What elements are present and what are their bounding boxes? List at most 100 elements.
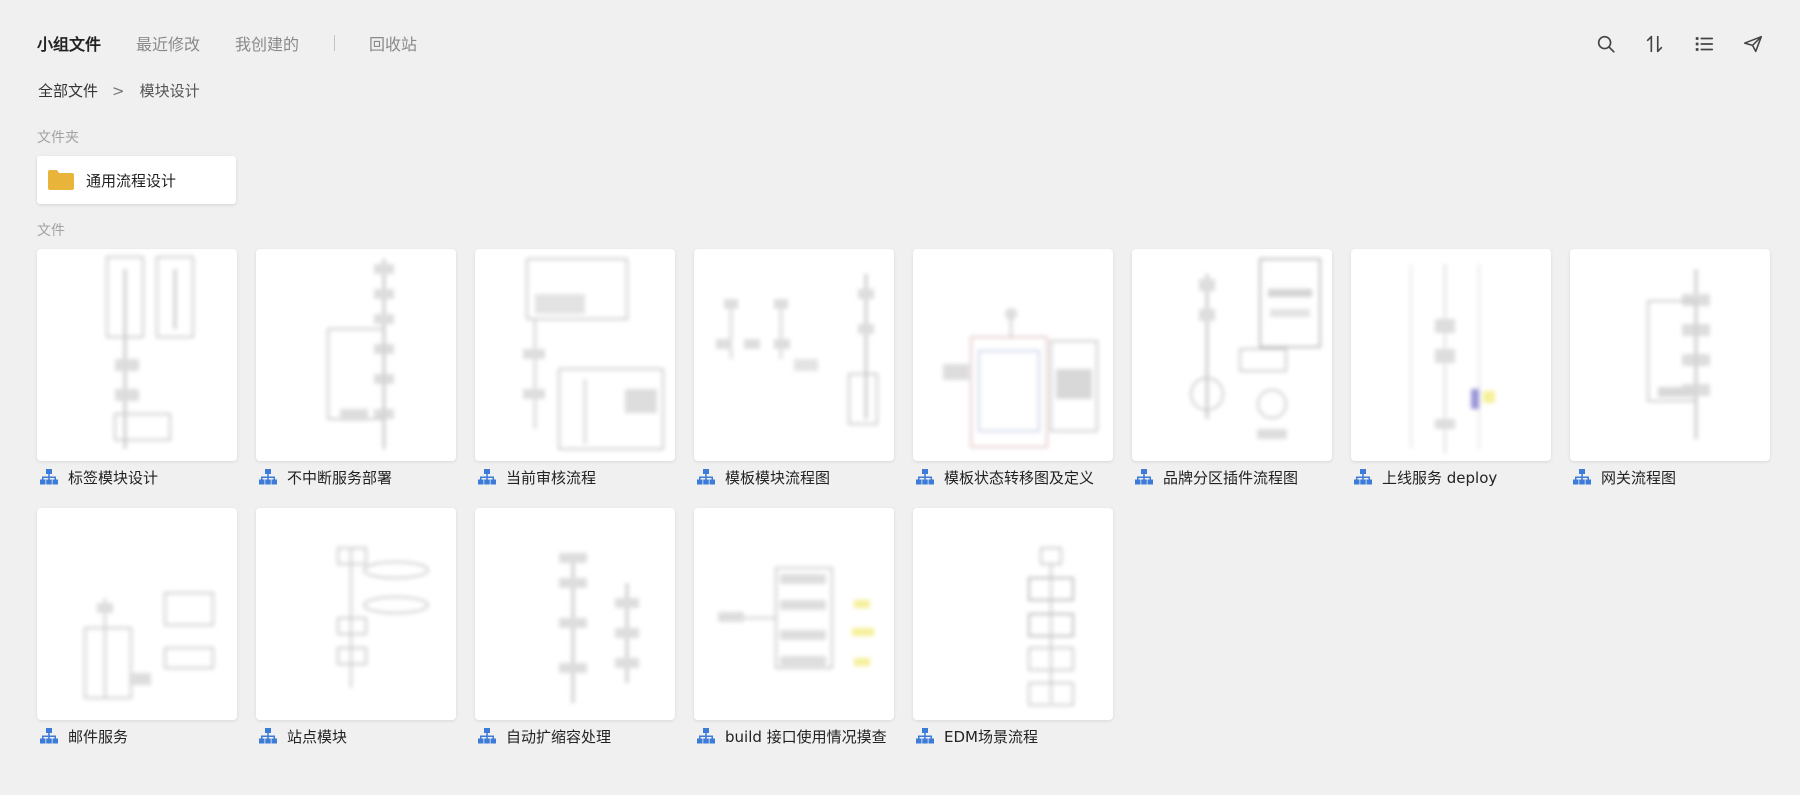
tab-trash[interactable]: 回收站: [369, 31, 417, 55]
search-icon: [1597, 35, 1615, 53]
file-meta: 站点模块: [256, 724, 456, 748]
flowchart-preview: [337, 547, 429, 688]
flowchart-preview: [1028, 547, 1074, 706]
flowchart-preview: [106, 256, 194, 449]
flowchart-preview: [559, 553, 639, 703]
folder-card[interactable]: 通用流程设计: [37, 156, 236, 204]
file-name: 模板状态转移图及定义: [944, 468, 1095, 487]
folders-section-label: 文件夹: [37, 130, 79, 146]
flowchart-icon: [259, 469, 277, 485]
tab-divider: [334, 35, 336, 51]
file-thumbnail[interactable]: [475, 508, 675, 720]
file-card[interactable]: build 接口使用情况摸查: [694, 508, 894, 748]
flowchart-preview: [1647, 269, 1710, 439]
file-thumbnail[interactable]: [913, 508, 1113, 720]
file-thumbnail[interactable]: [256, 508, 456, 720]
file-meta: 标签模块设计: [37, 465, 237, 489]
file-name: 自动扩缩容处理: [506, 727, 612, 746]
file-meta: 邮件服务: [37, 724, 237, 748]
file-name: 网关流程图: [1601, 468, 1677, 487]
file-card[interactable]: 上线服务 deploy: [1351, 249, 1551, 489]
folder-icon: [48, 170, 74, 190]
file-name: 标签模块设计: [68, 468, 159, 487]
file-card[interactable]: EDM场景流程: [913, 508, 1113, 748]
flowchart-icon: [259, 728, 277, 744]
file-thumbnail[interactable]: [694, 249, 894, 461]
file-card[interactable]: 网关流程图: [1570, 249, 1770, 489]
file-meta: 自动扩缩容处理: [475, 724, 675, 748]
breadcrumb-root[interactable]: 全部文件: [38, 80, 98, 101]
file-name: 品牌分区插件流程图: [1163, 468, 1299, 487]
file-name: EDM场景流程: [944, 727, 1038, 746]
flowchart-preview: [327, 259, 394, 449]
flowchart-preview: [943, 308, 1098, 448]
flowchart-preview: [1190, 258, 1321, 439]
file-card[interactable]: 模板状态转移图及定义: [913, 249, 1113, 489]
breadcrumb: 全部文件 > 模块设计: [38, 80, 200, 101]
file-meta: 模板模块流程图: [694, 465, 894, 489]
flowchart-preview: [84, 592, 214, 699]
send-button[interactable]: [1740, 31, 1766, 57]
file-meta: build 接口使用情况摸查: [694, 724, 894, 748]
flowchart-preview: [523, 258, 664, 450]
tab-created-by-me[interactable]: 我创建的: [235, 31, 299, 55]
flowchart-preview: [1410, 264, 1495, 454]
flowchart-icon: [916, 469, 934, 485]
file-name: 模板模块流程图: [725, 468, 831, 487]
flowchart-icon: [697, 469, 715, 485]
file-thumbnail[interactable]: [694, 508, 894, 720]
file-name: 站点模块: [287, 727, 348, 746]
flowchart-icon: [1354, 469, 1372, 485]
folder-name: 通用流程设计: [86, 171, 177, 190]
list-view-button[interactable]: [1691, 31, 1717, 57]
file-meta: 当前审核流程: [475, 465, 675, 489]
flowchart-preview: [718, 567, 874, 669]
top-nav: 小组文件 最近修改 我创建的 回收站: [37, 31, 452, 55]
file-thumbnail[interactable]: [37, 508, 237, 720]
file-thumbnail[interactable]: [37, 249, 237, 461]
file-name: 上线服务 deploy: [1382, 468, 1498, 487]
breadcrumb-separator: >: [112, 81, 125, 100]
file-card[interactable]: 不中断服务部署: [256, 249, 456, 489]
file-name: 邮件服务: [68, 727, 129, 746]
file-meta: 上线服务 deploy: [1351, 465, 1551, 489]
flowchart-icon: [1573, 469, 1591, 485]
file-name: build 接口使用情况摸查: [725, 727, 887, 746]
send-icon: [1743, 35, 1763, 53]
flowchart-icon: [478, 469, 496, 485]
file-meta: 品牌分区插件流程图: [1132, 465, 1332, 489]
tab-group-files[interactable]: 小组文件: [37, 31, 101, 55]
file-thumbnail[interactable]: [475, 249, 675, 461]
breadcrumb-current: 模块设计: [139, 82, 200, 100]
flowchart-icon: [40, 469, 58, 485]
file-card[interactable]: 品牌分区插件流程图: [1132, 249, 1332, 489]
flowchart-preview: [716, 274, 878, 425]
search-button[interactable]: [1593, 31, 1619, 57]
file-browser-page: 小组文件 最近修改 我创建的 回收站 全部文件 > 模块设计 文件夹 通用流程设…: [0, 0, 1800, 795]
file-thumbnail[interactable]: [1351, 249, 1551, 461]
file-card[interactable]: 模板模块流程图: [694, 249, 894, 489]
file-card[interactable]: 当前审核流程: [475, 249, 675, 489]
file-thumbnail[interactable]: [1570, 249, 1770, 461]
file-meta: EDM场景流程: [913, 724, 1113, 748]
file-meta: 模板状态转移图及定义: [913, 465, 1113, 489]
file-name: 当前审核流程: [506, 468, 597, 487]
file-card[interactable]: 站点模块: [256, 508, 456, 748]
flowchart-icon: [40, 728, 58, 744]
list-view-icon: [1695, 37, 1714, 51]
file-thumbnail[interactable]: [1132, 249, 1332, 461]
flowchart-icon: [1135, 469, 1153, 485]
file-name: 不中断服务部署: [287, 468, 393, 487]
file-grid: 标签模块设计 不中断服务部署 当前审核流程 模板模块流程图 模板状态转移图及定义 品牌分区…: [37, 249, 1771, 748]
tab-recently-modified[interactable]: 最近修改: [136, 31, 200, 55]
file-card[interactable]: 自动扩缩容处理: [475, 508, 675, 748]
flowchart-icon: [916, 728, 934, 744]
flowchart-icon: [697, 728, 715, 744]
sort-button[interactable]: [1642, 31, 1668, 57]
file-thumbnail[interactable]: [256, 249, 456, 461]
file-card[interactable]: 邮件服务: [37, 508, 237, 748]
file-meta: 网关流程图: [1570, 465, 1770, 489]
file-thumbnail[interactable]: [913, 249, 1113, 461]
flowchart-icon: [478, 728, 496, 744]
file-card[interactable]: 标签模块设计: [37, 249, 237, 489]
